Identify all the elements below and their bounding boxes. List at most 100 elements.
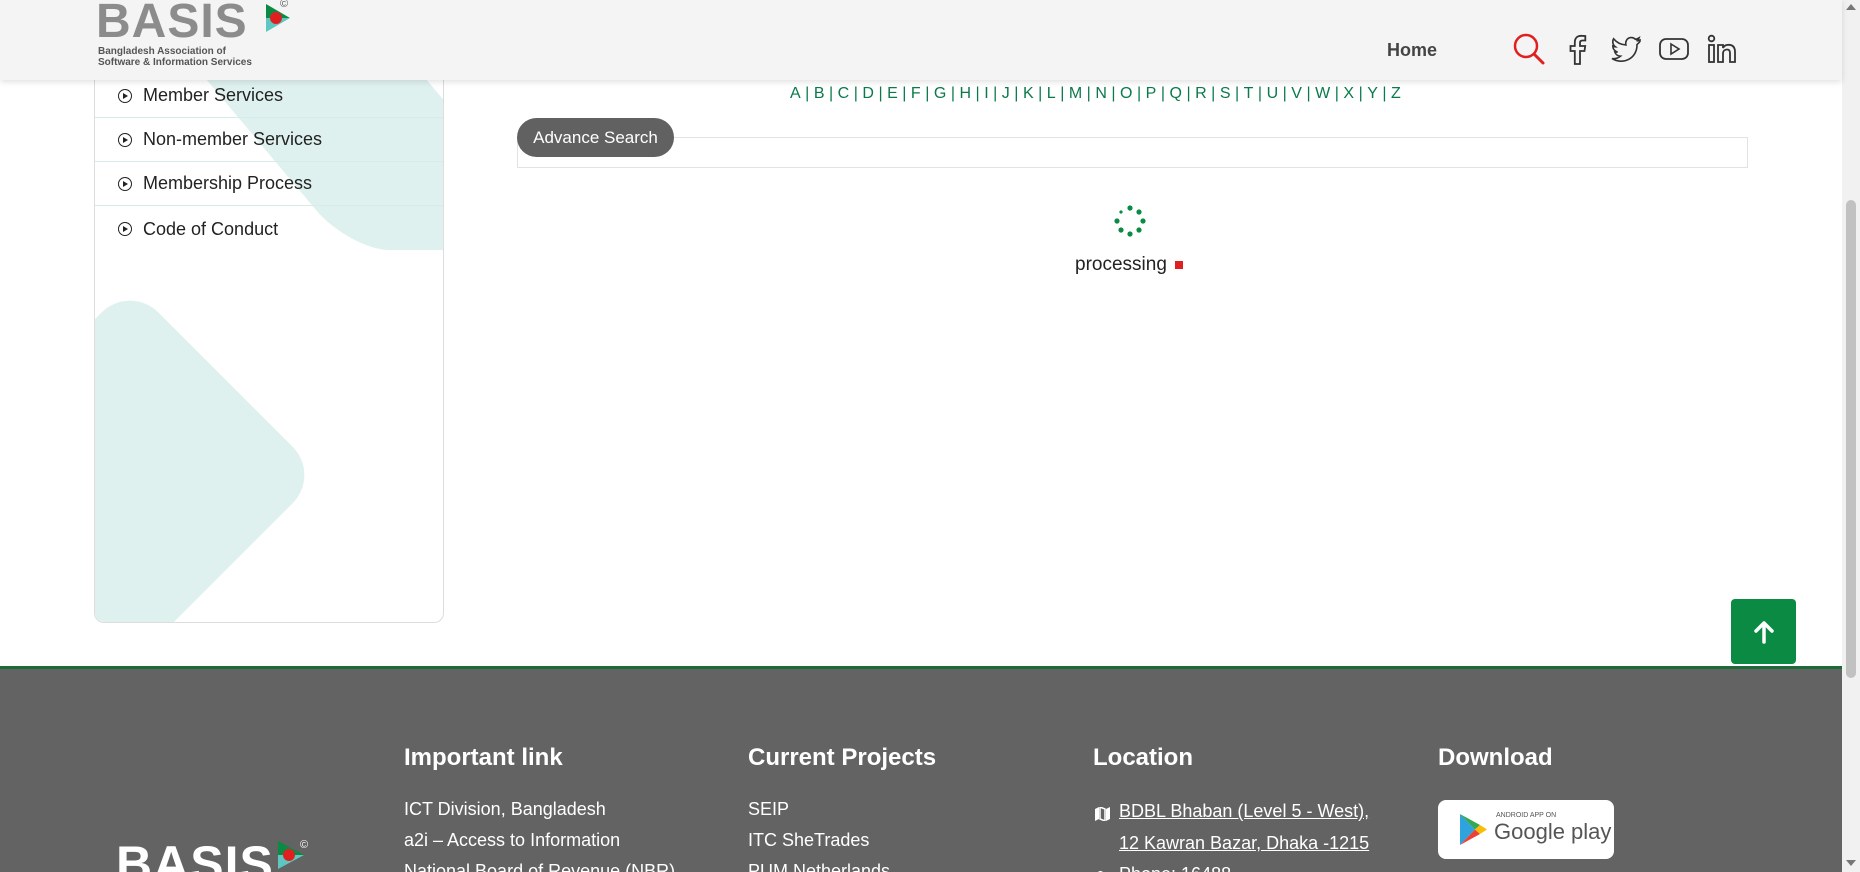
footer-link-a2i[interactable]: a2i – Access to Information xyxy=(404,830,620,851)
footer-logo-text: BASIS xyxy=(116,836,274,872)
alphabet-separator: | xyxy=(1282,85,1288,102)
scrollbar-thumb[interactable] xyxy=(1846,200,1856,678)
alphabet-letter-z[interactable]: Z xyxy=(1391,85,1401,102)
alphabet-separator: | xyxy=(1038,85,1043,102)
logo-subtitle: Bangladesh Association of Software & Inf… xyxy=(98,46,252,68)
loading-spinner-icon xyxy=(1114,205,1146,237)
sidebar-item-membership-process[interactable]: Membership Process xyxy=(95,162,443,206)
alphabet-letter-y[interactable]: Y xyxy=(1367,85,1378,102)
alphabet-letter-g[interactable]: G xyxy=(934,85,947,102)
footer-link-ict-division[interactable]: ICT Division, Bangladesh xyxy=(404,799,606,820)
youtube-icon[interactable] xyxy=(1657,32,1691,66)
phone-icon: ● xyxy=(1095,864,1106,872)
sidebar-item-code-of-conduct[interactable]: Code of Conduct xyxy=(95,207,443,251)
alphabet-separator: | xyxy=(1257,85,1263,102)
twitter-icon[interactable] xyxy=(1609,32,1643,66)
location-heading: Location xyxy=(1093,744,1193,771)
sidebar-item-label: Membership Process xyxy=(143,173,313,193)
alphabet-filter: A | B | C | D | E | F | G | H | I | J | K | L | M | N | O | P | Q | R | S | T |… xyxy=(790,85,1405,103)
alphabet-letter-r[interactable]: R xyxy=(1195,85,1207,102)
alphabet-letter-o[interactable]: O xyxy=(1120,85,1133,102)
basis-logo[interactable]: BASIS © Bangladesh Association of Softwa… xyxy=(96,0,296,70)
alphabet-letter-v[interactable]: V xyxy=(1291,85,1302,102)
alphabet-separator: | xyxy=(1234,85,1240,102)
alphabet-letter-c[interactable]: C xyxy=(838,85,850,102)
alphabet-letter-n[interactable]: N xyxy=(1095,85,1107,102)
scroll-down-arrow-icon[interactable] xyxy=(1846,860,1856,866)
alphabet-separator: | xyxy=(1334,85,1340,102)
sidebar-decoration-bottom xyxy=(95,284,321,622)
alphabet-letter-b[interactable]: B xyxy=(814,85,825,102)
alphabet-separator: | xyxy=(925,85,930,102)
alphabet-letter-w[interactable]: W xyxy=(1315,85,1331,102)
sidebar-item-label: Code of Conduct xyxy=(143,218,279,239)
nav-home-link[interactable]: Home xyxy=(1387,40,1437,61)
alphabet-letter-u[interactable]: U xyxy=(1267,85,1279,102)
linkedin-icon[interactable] xyxy=(1705,32,1739,66)
alphabet-separator: | xyxy=(1111,85,1117,102)
circle-arrow-icon xyxy=(118,88,132,103)
alphabet-letter-x[interactable]: X xyxy=(1343,85,1354,102)
alphabet-letter-f[interactable]: F xyxy=(911,85,921,102)
footer-project-seip[interactable]: SEIP xyxy=(748,799,789,820)
alphabet-letter-q[interactable]: Q xyxy=(1169,85,1182,102)
alphabet-letter-s[interactable]: S xyxy=(1220,85,1231,102)
sidebar-item-non-member-services[interactable]: Non-member Services xyxy=(95,118,443,162)
site-footer: Important link ICT Division, Bangladesh … xyxy=(0,666,1842,872)
scroll-up-arrow-icon[interactable] xyxy=(1846,4,1856,10)
footer-link-nbr[interactable]: National Board of Revenue (NBR) xyxy=(404,861,675,872)
logo-copyright: © xyxy=(280,0,289,10)
alphabet-separator: | xyxy=(1358,85,1364,102)
address-line-1[interactable]: BDBL Bhaban (Level 5 - West), xyxy=(1119,801,1369,822)
alphabet-letter-i[interactable]: I xyxy=(984,85,989,102)
download-heading: Download xyxy=(1438,744,1553,771)
footer-logo-copyright: © xyxy=(300,839,309,851)
alphabet-separator: | xyxy=(1160,85,1166,102)
alphabet-letter-e[interactable]: E xyxy=(887,85,898,102)
alphabet-letter-m[interactable]: M xyxy=(1069,85,1083,102)
alphabet-separator: | xyxy=(1086,85,1092,102)
advance-search-panel xyxy=(517,137,1748,168)
alphabet-letter-a[interactable]: A xyxy=(790,85,801,102)
footer-project-pum[interactable]: PUM Netherlands xyxy=(748,861,890,872)
footer-project-itc-shetrades[interactable]: ITC SheTrades xyxy=(748,830,869,851)
scroll-to-top-button[interactable] xyxy=(1731,599,1796,664)
arrow-up-icon xyxy=(1753,620,1774,644)
google-play-small-text: ANDROID APP ON xyxy=(1496,812,1557,819)
alphabet-letter-h[interactable]: H xyxy=(959,85,971,102)
advance-search-button[interactable]: Advance Search xyxy=(517,118,674,157)
alphabet-separator: | xyxy=(1306,85,1312,102)
processing-text: processing xyxy=(1075,254,1167,275)
alphabet-separator: | xyxy=(975,85,981,102)
sidebar-menu: Member Services Non-member Services Memb… xyxy=(94,60,444,623)
alphabet-separator: | xyxy=(1060,85,1065,102)
alphabet-separator: | xyxy=(1211,85,1216,102)
address-line-2[interactable]: 12 Kawran Bazar, Dhaka -1215 xyxy=(1119,833,1369,854)
google-play-badge[interactable]: ANDROID APP ON Google play xyxy=(1438,800,1614,859)
phone-number: Phone: 16488 xyxy=(1119,864,1231,872)
processing-indicator xyxy=(1174,260,1183,269)
alphabet-letter-j[interactable]: J xyxy=(1002,85,1011,102)
logo-subtitle-line2: Software & Information Services xyxy=(98,57,252,68)
page-scrollbar[interactable] xyxy=(1842,0,1860,872)
logo-text: BASIS xyxy=(96,0,248,48)
alphabet-letter-l[interactable]: L xyxy=(1047,85,1056,102)
alphabet-separator: | xyxy=(1186,85,1192,102)
sidebar-item-label: Non-member Services xyxy=(143,129,323,149)
circle-arrow-icon xyxy=(118,222,132,236)
alphabet-separator: | xyxy=(1137,85,1142,102)
current-projects-heading: Current Projects xyxy=(748,744,937,771)
facebook-icon[interactable] xyxy=(1561,32,1595,66)
circle-arrow-icon xyxy=(118,132,132,147)
alphabet-letter-t[interactable]: T xyxy=(1244,85,1254,102)
alphabet-separator: | xyxy=(993,85,998,102)
alphabet-separator: | xyxy=(829,85,834,102)
logo-subtitle-line1: Bangladesh Association of xyxy=(98,46,226,57)
alphabet-letter-p[interactable]: P xyxy=(1146,85,1157,102)
alphabet-letter-d[interactable]: D xyxy=(862,85,874,102)
search-icon[interactable] xyxy=(1512,32,1546,66)
sidebar-item-member-services[interactable]: Member Services xyxy=(95,74,443,118)
alphabet-letter-k[interactable]: K xyxy=(1023,85,1034,102)
site-header: BASIS © Bangladesh Association of Softwa… xyxy=(0,0,1842,80)
alphabet-separator: | xyxy=(1382,85,1388,102)
